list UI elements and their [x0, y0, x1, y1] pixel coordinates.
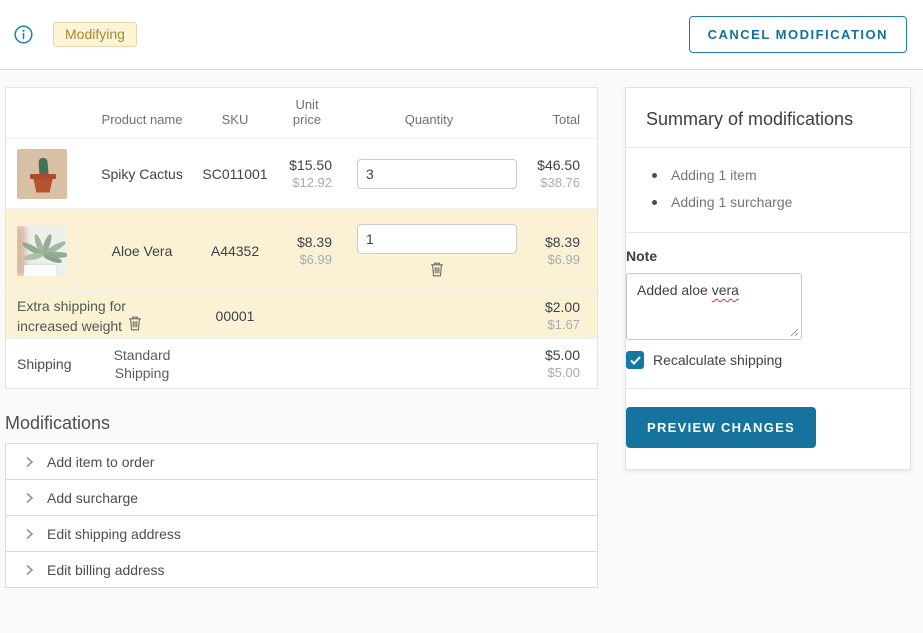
recalculate-shipping-checkbox-row[interactable]: Recalculate shipping	[626, 351, 910, 369]
accordion-item-edit-billing-address[interactable]: Edit billing address	[5, 551, 598, 588]
surcharge-name: Extra shipping for increased weight	[17, 298, 126, 334]
column-header-product-name: Product name	[94, 112, 190, 127]
summary-list-item: Adding 1 surcharge	[652, 189, 890, 216]
info-icon[interactable]	[14, 25, 33, 44]
accordion-item-label: Add surcharge	[47, 490, 138, 506]
table-row: Spiky Cactus SC011001 $15.50 $12.92 $46.…	[6, 138, 597, 208]
summary-title: Summary of modifications	[646, 88, 890, 147]
unit-price-base: $6.99	[280, 252, 332, 267]
accordion-item-label: Edit shipping address	[47, 526, 181, 542]
line-total-base: $1.67	[524, 317, 580, 332]
shipping-method: Standard Shipping	[94, 346, 190, 382]
modifications-title: Modifications	[5, 413, 598, 434]
topbar: Modifying CANCEL MODIFICATION	[0, 0, 923, 70]
line-total-base: $5.00	[524, 365, 580, 380]
note-label: Note	[626, 248, 910, 264]
trash-icon[interactable]	[430, 261, 444, 277]
line-total: $5.00	[524, 347, 580, 363]
unit-price-base: $12.92	[280, 175, 332, 190]
checkbox-checked-icon[interactable]	[626, 351, 644, 369]
recalculate-shipping-label: Recalculate shipping	[653, 352, 782, 368]
column-header-total: Total	[524, 112, 597, 127]
bullet-icon	[652, 200, 657, 205]
quantity-input[interactable]	[357, 159, 517, 189]
line-total: $46.50	[524, 157, 580, 173]
surcharge-sku: 00001	[190, 308, 280, 324]
summary-list-item: Adding 1 item	[652, 162, 890, 189]
chevron-right-icon	[25, 528, 34, 540]
note-textarea[interactable]: Added aloe vera	[626, 273, 802, 340]
table-row: Shipping Standard Shipping $5.00 $5.00	[6, 338, 597, 388]
order-items-table: Product name SKU Unit price Quantity Tot…	[5, 87, 598, 389]
product-image-spiky-cactus	[17, 149, 67, 199]
unit-price: $15.50	[280, 157, 332, 173]
line-total: $2.00	[524, 299, 580, 315]
summary-panel: Summary of modifications Adding 1 item A…	[625, 87, 911, 470]
column-header-quantity: Quantity	[334, 112, 524, 127]
chevron-right-icon	[25, 456, 34, 468]
unit-price: $8.39	[280, 234, 332, 250]
quantity-input[interactable]	[357, 224, 517, 254]
accordion-item-label: Add item to order	[47, 454, 154, 470]
modifications-accordion: Add item to order Add surcharge Edit shi…	[5, 443, 598, 588]
chevron-right-icon	[25, 492, 34, 504]
accordion-item-label: Edit billing address	[47, 562, 165, 578]
column-header-unit-price: Unit price	[280, 97, 334, 127]
product-sku: SC011001	[190, 166, 280, 182]
accordion-item-add-item-to-order[interactable]: Add item to order	[5, 443, 598, 480]
cancel-modification-button[interactable]: CANCEL MODIFICATION	[689, 16, 907, 53]
preview-changes-button[interactable]: PREVIEW CHANGES	[626, 407, 816, 448]
line-total-base: $6.99	[524, 252, 580, 267]
table-header-row: Product name SKU Unit price Quantity Tot…	[6, 88, 597, 138]
status-badge: Modifying	[53, 22, 137, 47]
product-sku: A44352	[190, 243, 280, 259]
chevron-right-icon	[25, 564, 34, 576]
misspelled-word: vera	[712, 282, 739, 298]
resize-handle[interactable]	[790, 328, 799, 337]
product-name: Aloe Vera	[94, 243, 190, 259]
accordion-item-edit-shipping-address[interactable]: Edit shipping address	[5, 515, 598, 552]
summary-list: Adding 1 item Adding 1 surcharge	[646, 148, 890, 232]
column-header-sku: SKU	[190, 112, 280, 127]
product-image-aloe-vera	[17, 226, 67, 276]
accordion-item-add-surcharge[interactable]: Add surcharge	[5, 479, 598, 516]
main-content: Product name SKU Unit price Quantity Tot…	[0, 70, 923, 588]
product-name: Spiky Cactus	[94, 166, 190, 182]
bullet-icon	[652, 173, 657, 178]
line-total-base: $38.76	[524, 175, 580, 190]
trash-icon[interactable]	[128, 315, 142, 331]
table-row: Extra shipping for increased weight 0000…	[6, 292, 597, 338]
shipping-label: Shipping	[6, 356, 94, 372]
line-total: $8.39	[524, 234, 580, 250]
table-row: Aloe Vera A44352 $8.39 $6.99	[6, 208, 597, 292]
